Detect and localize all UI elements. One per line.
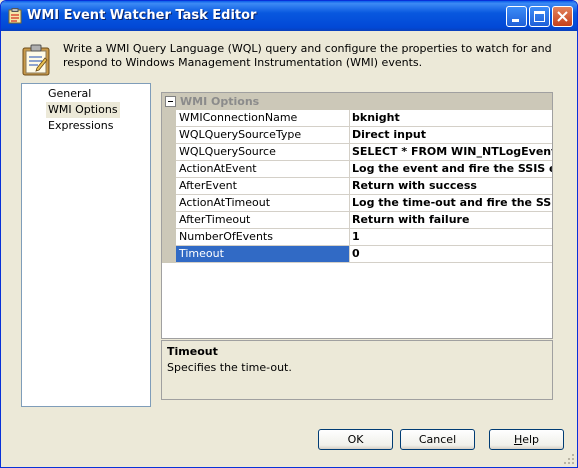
property-value[interactable]: bknight (348, 110, 552, 127)
property-name[interactable]: NumberOfEvents (176, 229, 350, 246)
property-value[interactable]: Direct input (348, 127, 552, 144)
property-row[interactable]: AfterTimeout Return with failure (162, 212, 552, 229)
property-name[interactable]: ActionAtTimeout (176, 195, 350, 212)
help-text: Specifies the time-out. (167, 361, 292, 374)
navigation-panel: General WMI Options Expressions (21, 83, 151, 407)
help-title: Timeout (167, 345, 218, 358)
property-help-panel: Timeout Specifies the time-out. (161, 340, 553, 400)
property-value[interactable]: Return with failure (348, 212, 552, 229)
property-row[interactable]: WMIConnectionName bknight (162, 110, 552, 127)
help-label: elp (522, 433, 540, 446)
property-name[interactable]: WQLQuerySource (176, 144, 350, 161)
clipboard-task-icon (22, 44, 50, 76)
category-label: WMI Options (180, 95, 260, 108)
ok-button[interactable]: OK (318, 429, 393, 450)
property-name[interactable]: AfterEvent (176, 178, 350, 195)
property-row-selected[interactable]: Timeout 0 (162, 246, 552, 263)
help-button[interactable]: Help (489, 429, 564, 450)
nav-item-expressions[interactable]: Expressions (46, 118, 115, 134)
nav-item-wmi-options[interactable]: WMI Options (46, 102, 120, 118)
property-name[interactable]: AfterTimeout (176, 212, 350, 229)
resize-grip-icon[interactable] (563, 453, 575, 465)
property-name[interactable]: WQLQuerySourceType (176, 127, 350, 144)
minimize-icon (512, 19, 519, 22)
maximize-icon (534, 11, 545, 22)
cancel-button[interactable]: Cancel (400, 429, 475, 450)
maximize-button[interactable] (529, 6, 550, 27)
property-row[interactable]: WQLQuerySourceType Direct input (162, 127, 552, 144)
property-name[interactable]: Timeout (176, 246, 350, 263)
property-value[interactable]: Log the time-out and fire the SSIS e (348, 195, 552, 212)
property-name[interactable]: ActionAtEvent (176, 161, 350, 178)
property-row[interactable]: ActionAtTimeout Log the time-out and fir… (162, 195, 552, 212)
property-value[interactable]: 1 (348, 229, 552, 246)
property-grid: WMI Options WMIConnectionName bknight WQ… (161, 92, 553, 339)
property-row[interactable]: WQLQuerySource SELECT * FROM WIN_NTLogEv… (162, 144, 552, 161)
category-row: WMI Options (162, 93, 552, 110)
property-value[interactable]: Return with success (348, 178, 552, 195)
close-button[interactable] (552, 6, 573, 27)
dialog-description: Write a WMI Query Language (WQL) query a… (63, 42, 552, 69)
title-bar[interactable]: WMI Event Watcher Task Editor (1, 1, 577, 31)
nav-item-general[interactable]: General (46, 86, 93, 102)
minimize-button[interactable] (506, 6, 527, 27)
window-title: WMI Event Watcher Task Editor (27, 8, 257, 23)
property-row[interactable]: NumberOfEvents 1 (162, 229, 552, 246)
property-value[interactable]: 0 (348, 246, 552, 263)
dialog-window: WMI Event Watcher Task Editor Write a WM… (0, 0, 578, 468)
task-editor-icon (8, 8, 22, 24)
property-value[interactable]: Log the event and fire the SSIS even (348, 161, 552, 178)
collapse-toggle-icon[interactable] (165, 96, 176, 107)
property-row[interactable]: AfterEvent Return with success (162, 178, 552, 195)
property-name[interactable]: WMIConnectionName (176, 110, 350, 127)
help-mnemonic: H (513, 433, 523, 446)
property-value[interactable]: SELECT * FROM WIN_NTLogEvent Wh (348, 144, 552, 161)
close-icon (557, 11, 568, 22)
property-row[interactable]: ActionAtEvent Log the event and fire the… (162, 161, 552, 178)
